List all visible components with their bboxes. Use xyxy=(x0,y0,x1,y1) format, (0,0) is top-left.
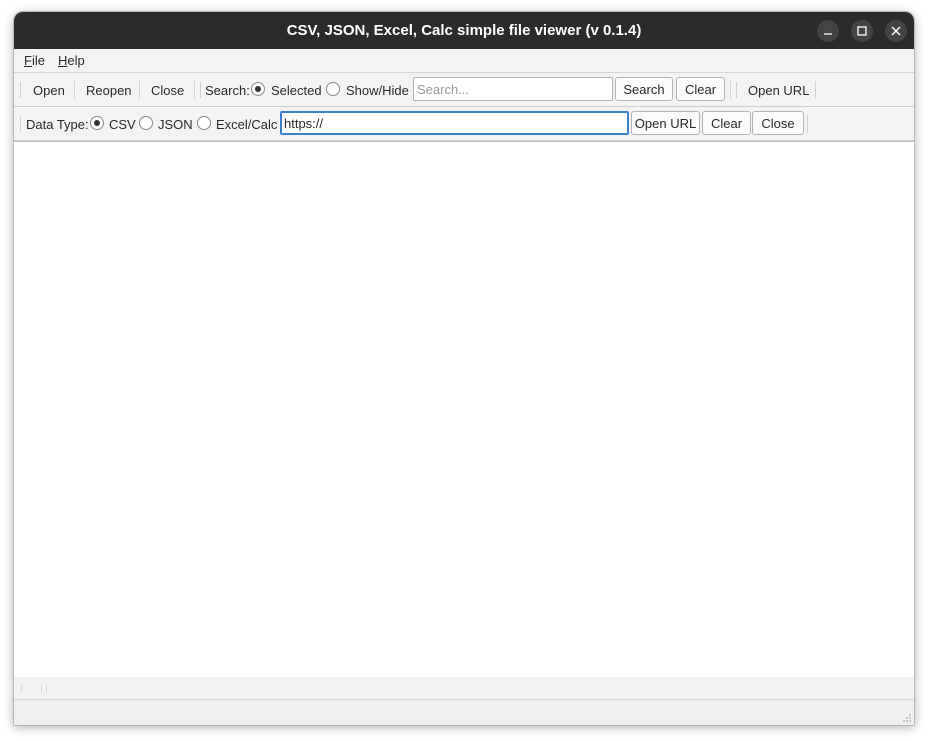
toolbar-separator xyxy=(74,81,75,99)
search-mode-selected-radio[interactable] xyxy=(251,82,265,96)
toolbar-separator xyxy=(730,81,731,99)
resize-grip-icon[interactable] xyxy=(903,714,912,723)
search-label: Search: xyxy=(205,83,250,98)
search-mode-selected-label[interactable]: Selected xyxy=(271,83,322,98)
open-button[interactable]: Open xyxy=(33,83,65,98)
sheet-tab-strip[interactable] xyxy=(14,677,914,700)
search-mode-showhide-radio[interactable] xyxy=(326,82,340,96)
minimize-icon xyxy=(824,33,832,35)
app-window: CSV, JSON, Excel, Calc simple file viewe… xyxy=(13,11,915,726)
status-bar xyxy=(14,700,914,725)
toolbar-handle[interactable] xyxy=(200,82,201,98)
close-file-button[interactable]: Close xyxy=(151,83,184,98)
data-type-json-label[interactable]: JSON xyxy=(158,117,193,132)
menu-bar: File Help xyxy=(14,49,914,73)
data-type-label: Data Type: xyxy=(26,117,89,132)
maximize-button[interactable] xyxy=(851,20,873,42)
toolbar-handle[interactable] xyxy=(20,116,21,132)
menu-help-mnemonic: H xyxy=(58,53,68,68)
data-type-csv-radio[interactable] xyxy=(90,116,104,130)
url-input[interactable] xyxy=(280,111,629,135)
menu-file-mnemonic: F xyxy=(24,53,32,68)
data-type-excel-radio[interactable] xyxy=(197,116,211,130)
data-type-excel-label[interactable]: Excel/Calc xyxy=(216,117,277,132)
window-title: CSV, JSON, Excel, Calc simple file viewe… xyxy=(286,22,642,39)
title-bar[interactable]: CSV, JSON, Excel, Calc simple file viewe… xyxy=(14,12,914,49)
menu-file[interactable]: File xyxy=(24,53,45,68)
data-type-json-radio[interactable] xyxy=(139,116,153,130)
search-button[interactable]: Search xyxy=(615,77,673,101)
close-window-button[interactable] xyxy=(885,20,907,42)
data-type-csv-label[interactable]: CSV xyxy=(109,117,136,132)
maximize-icon xyxy=(857,26,867,36)
table-view[interactable] xyxy=(14,141,914,678)
toolbar-separator xyxy=(139,81,140,99)
toolbar-separator xyxy=(815,81,816,99)
url-toolbar: Data Type: CSV JSON Excel/Calc Open URL … xyxy=(14,107,914,141)
strip-divider xyxy=(21,685,22,692)
toolbar-separator xyxy=(194,81,195,99)
main-toolbar: Open Reopen Close Search: Selected Show/… xyxy=(14,73,914,107)
menu-help-label: elp xyxy=(67,53,85,68)
toolbar-handle[interactable] xyxy=(736,82,737,98)
search-input[interactable] xyxy=(413,77,613,101)
search-clear-button[interactable]: Clear xyxy=(676,77,725,101)
strip-divider xyxy=(46,685,47,692)
search-mode-showhide-label[interactable]: Show/Hide xyxy=(346,83,409,98)
toolbar-handle[interactable] xyxy=(20,82,21,98)
menu-help[interactable]: Help xyxy=(58,53,85,68)
url-clear-button[interactable]: Clear xyxy=(702,111,751,135)
minimize-button[interactable] xyxy=(817,20,839,42)
menu-file-label: ile xyxy=(31,53,45,68)
open-url-button[interactable]: Open URL xyxy=(631,111,700,135)
reopen-button[interactable]: Reopen xyxy=(86,83,132,98)
toolbar-separator xyxy=(807,115,808,133)
open-url-toolbar-button[interactable]: Open URL xyxy=(748,83,809,98)
close-icon xyxy=(891,26,901,36)
url-close-button[interactable]: Close xyxy=(752,111,804,135)
strip-divider xyxy=(41,685,42,692)
